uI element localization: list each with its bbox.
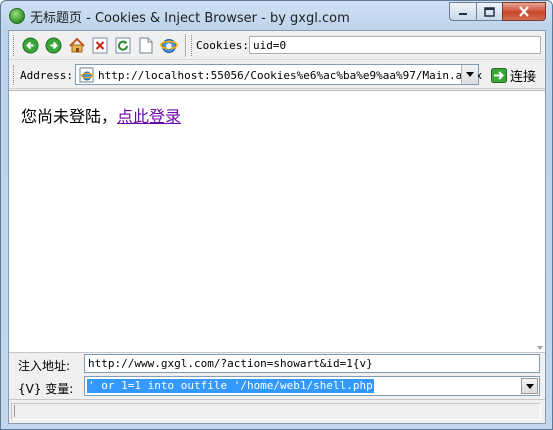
ie-icon[interactable] bbox=[159, 36, 178, 55]
app-window: 无标题页 - Cookies & Inject Browser - by gxg… bbox=[0, 0, 553, 430]
stop-icon[interactable] bbox=[90, 36, 109, 55]
close-icon bbox=[519, 6, 529, 17]
back-icon[interactable] bbox=[21, 36, 40, 55]
go-arrow-icon bbox=[491, 68, 507, 83]
toolbar-separator bbox=[185, 34, 187, 57]
forward-icon[interactable] bbox=[44, 36, 63, 55]
app-globe-icon bbox=[9, 8, 25, 24]
title-bar[interactable]: 无标题页 - Cookies & Inject Browser - by gxg… bbox=[1, 1, 552, 30]
status-bar bbox=[9, 399, 545, 423]
variable-row: {V} 变量: ' or 1=1 into outfile '/home/web… bbox=[9, 375, 545, 398]
status-pane bbox=[11, 403, 541, 420]
minimize-button[interactable] bbox=[449, 2, 476, 21]
ie-page-icon bbox=[79, 67, 95, 83]
address-input[interactable]: http://localhost:55056/Cookies%e6%ac%ba%… bbox=[98, 69, 482, 82]
variable-dropdown-button[interactable] bbox=[521, 378, 538, 394]
status-grip bbox=[14, 405, 16, 417]
refresh-icon[interactable] bbox=[113, 36, 132, 55]
address-combobox[interactable]: http://localhost:55056/Cookies%e6%ac%ba%… bbox=[75, 64, 482, 85]
toolbar-grip[interactable] bbox=[191, 35, 194, 56]
toolbar-grip[interactable] bbox=[13, 35, 16, 56]
not-logged-in-text: 您尚未登陆， bbox=[21, 107, 118, 126]
browser-content[interactable]: 您尚未登陆，点此登录 bbox=[9, 90, 545, 352]
inject-row: 注入地址: http://www.gxgl.com/?action=showar… bbox=[9, 352, 545, 374]
minimize-icon bbox=[459, 12, 467, 15]
maximize-icon bbox=[484, 6, 495, 17]
window-controls bbox=[449, 2, 546, 21]
nav-toolbar: Cookies: uid=0 bbox=[9, 31, 545, 60]
close-button[interactable] bbox=[502, 2, 546, 21]
login-prompt: 您尚未登陆，点此登录 bbox=[21, 103, 181, 127]
toolbar-grip[interactable] bbox=[13, 65, 16, 85]
window-title: 无标题页 - Cookies & Inject Browser - by gxg… bbox=[30, 11, 350, 26]
variable-label: {V} 变量: bbox=[18, 382, 74, 396]
variable-input[interactable]: ' or 1=1 into outfile '/home/web1/shell.… bbox=[87, 379, 374, 393]
address-toolbar: Address: http://localhost:55056/Cookies%… bbox=[9, 61, 545, 89]
client-area: Cookies: uid=0 Address: http://localhost… bbox=[8, 30, 546, 424]
cookies-label: Cookies: bbox=[196, 39, 249, 52]
chevron-down-icon bbox=[525, 383, 534, 389]
nav-buttons bbox=[21, 36, 178, 55]
home-icon[interactable] bbox=[67, 36, 86, 55]
cookies-input[interactable]: uid=0 bbox=[249, 36, 541, 54]
connect-button[interactable]: 连接 bbox=[491, 66, 536, 85]
login-link[interactable]: 点此登录 bbox=[117, 107, 181, 126]
address-label: Address: bbox=[20, 69, 73, 82]
new-page-icon[interactable] bbox=[136, 36, 155, 55]
inject-label: 注入地址: bbox=[18, 359, 71, 373]
inject-url-input[interactable]: http://www.gxgl.com/?action=showart&id=1… bbox=[84, 354, 540, 373]
address-dropdown-button[interactable] bbox=[461, 65, 478, 84]
variable-combobox[interactable]: ' or 1=1 into outfile '/home/web1/shell.… bbox=[84, 376, 540, 396]
scroll-down-icon[interactable] bbox=[537, 346, 543, 350]
chevron-down-icon bbox=[466, 72, 474, 77]
maximize-button[interactable] bbox=[476, 2, 502, 21]
connect-label: 连接 bbox=[510, 70, 537, 85]
